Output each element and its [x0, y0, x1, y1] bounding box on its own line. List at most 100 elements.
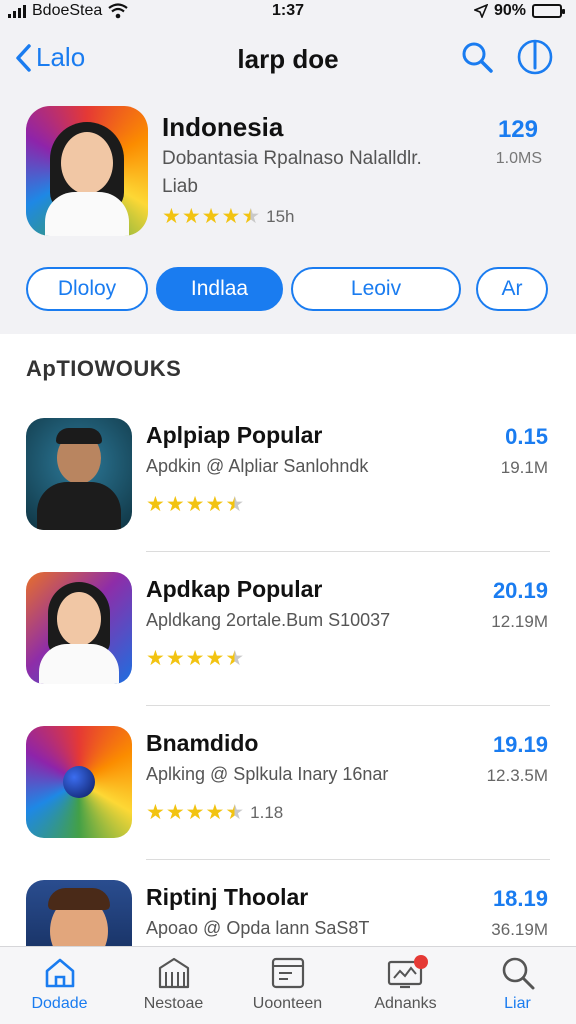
- rating-count: 15h: [266, 206, 295, 226]
- tab-adnanks[interactable]: Adnanks: [348, 955, 463, 1013]
- info-button[interactable]: [516, 38, 554, 81]
- app-description: Apldkang 2ortale.Bum S10037: [146, 610, 391, 630]
- app-description: Apoao @ Opda lann SaS8T: [146, 918, 370, 938]
- star-full-icon: ★: [205, 801, 225, 824]
- featured-app-size: 1.0MS: [495, 150, 542, 167]
- nav-bar: Lalo larp doe: [0, 36, 576, 80]
- star-rating: ★ ★ ★ ★ ★: [146, 492, 244, 517]
- tab-icon-wrap: [230, 955, 345, 991]
- star-half-icon: ★: [225, 801, 245, 824]
- list-item[interactable]: Apdkap Popular Apldkang 2ortale.Bum S100…: [0, 552, 576, 706]
- app-price[interactable]: 0.15: [505, 424, 548, 450]
- browser-icon: [271, 957, 304, 989]
- avatar-face: [61, 132, 113, 194]
- featured-app-icon[interactable]: [26, 106, 148, 236]
- featured-app-subtitle: Dobantasia Rpalnaso Nalalldlr.: [162, 148, 422, 169]
- tab-liar[interactable]: Liar: [460, 955, 575, 1013]
- star-half-icon: ★: [225, 647, 245, 670]
- star-full-icon: ★: [185, 801, 205, 824]
- tab-label: Dodade: [31, 995, 88, 1012]
- app-size: 12.19M: [491, 612, 548, 631]
- app-name: Aplpiap Popular: [146, 422, 323, 448]
- avatar-face: [57, 592, 101, 646]
- orb: [63, 766, 95, 798]
- star-full-icon: ★: [181, 205, 201, 228]
- app-price[interactable]: 18.19: [493, 886, 548, 912]
- tab-icon-wrap: [460, 955, 575, 991]
- battery-icon: [532, 4, 565, 18]
- app-description: Aplking @ Splkula Inary 16nar: [146, 764, 389, 784]
- tab-icon-wrap: [116, 955, 231, 991]
- status-right-group: 90%: [473, 2, 565, 20]
- star-half-icon: ★: [225, 493, 245, 516]
- app-price[interactable]: 20.19: [493, 578, 548, 604]
- app-size: 19.1M: [500, 458, 548, 477]
- star-rating: ★ ★ ★ ★ ★: [162, 204, 260, 229]
- star-full-icon: ★: [185, 493, 205, 516]
- star-full-icon: ★: [146, 801, 165, 824]
- star-full-icon: ★: [165, 801, 185, 824]
- tab-icon-wrap: [348, 955, 463, 991]
- tab-dodade[interactable]: Dodade: [2, 955, 117, 1013]
- tab-label: Nestoae: [143, 995, 204, 1012]
- search-button[interactable]: [460, 40, 494, 79]
- app-rating: ★ ★ ★ ★ ★: [146, 646, 250, 671]
- status-bar: BdoeStea 1:37 90%: [0, 0, 576, 24]
- star-full-icon: ★: [165, 647, 185, 670]
- tab-label: Uoonteen: [252, 995, 323, 1012]
- app-description: Apdkin @ Alpliar Sanlohndk: [146, 456, 369, 476]
- info-icon: [517, 39, 553, 75]
- search-icon: [502, 957, 534, 990]
- star-rating: ★ ★ ★ ★ ★: [146, 646, 244, 671]
- tab-label: Liar: [504, 995, 531, 1012]
- featured-app-title[interactable]: Indonesia: [162, 112, 283, 143]
- app-size: 12.3.5M: [486, 766, 548, 785]
- avatar-hair: [48, 888, 110, 910]
- filter-chips: Dloloy Indlaa Leoiv Ar: [0, 267, 576, 311]
- app-name: Bnamdido: [146, 730, 259, 756]
- app-rating: ★ ★ ★ ★ ★: [146, 492, 250, 517]
- chip-ar[interactable]: Ar: [476, 267, 548, 311]
- star-full-icon: ★: [165, 493, 185, 516]
- featured-app-price[interactable]: 129: [498, 116, 538, 144]
- home-icon: [45, 958, 74, 988]
- avatar-body: [37, 482, 121, 530]
- app-price[interactable]: 19.19: [493, 732, 548, 758]
- star-full-icon: ★: [146, 647, 165, 670]
- featured-app-rating: ★ ★ ★ ★ ★ 15h: [162, 204, 295, 229]
- tab-icon-wrap: [2, 955, 117, 991]
- app-icon: [26, 726, 132, 838]
- app-name: Riptinj Thoolar: [146, 884, 309, 910]
- list-item[interactable]: Aplpiap Popular Apdkin @ Alpliar Sanlohn…: [0, 398, 576, 552]
- avatar-body: [45, 192, 129, 236]
- battery-percent: 90%: [493, 2, 526, 19]
- featured-app-subtitle-2: Liab: [162, 176, 198, 197]
- app-icon: [26, 880, 132, 946]
- avatar-body: [39, 644, 119, 684]
- app-name: Apdkap Popular: [146, 576, 323, 602]
- star-half-icon: ★: [241, 205, 261, 228]
- app-size: 36.19M: [491, 920, 548, 939]
- tab-uoonteen[interactable]: Uoonteen: [230, 955, 345, 1013]
- star-full-icon: ★: [146, 493, 165, 516]
- section-title: ApTIOWOUKS: [26, 356, 182, 381]
- avatar-hair: [56, 428, 102, 444]
- chip-indlaa[interactable]: Indlaa: [156, 267, 283, 311]
- list-item[interactable]: Riptinj Thoolar Apoao @ Opda lann SaS8T …: [0, 860, 576, 946]
- star-full-icon: ★: [221, 205, 241, 228]
- star-rating: ★ ★ ★ ★ ★: [146, 800, 244, 825]
- tab-nestoae[interactable]: Nestoae: [116, 955, 231, 1013]
- search-icon: [462, 42, 493, 73]
- store-icon: [158, 957, 189, 989]
- app-icon: [26, 572, 132, 684]
- tab-bar: Dodade Nestoae Uoonteen Adnanks Liar: [0, 946, 576, 1024]
- star-full-icon: ★: [205, 647, 225, 670]
- list-item[interactable]: Bnamdido Aplking @ Splkula Inary 16nar ★…: [0, 706, 576, 860]
- notification-badge: [414, 955, 428, 969]
- app-rating: ★ ★ ★ ★ ★ 1.18: [146, 800, 283, 825]
- chip-dloloy[interactable]: Dloloy: [26, 267, 148, 311]
- app-icon: [26, 418, 132, 530]
- rating-count: 1.18: [250, 802, 284, 822]
- header: Lalo larp doe Indonesia Dobantasia Rpaln…: [0, 24, 576, 334]
- chip-leoiv[interactable]: Leoiv: [291, 267, 461, 311]
